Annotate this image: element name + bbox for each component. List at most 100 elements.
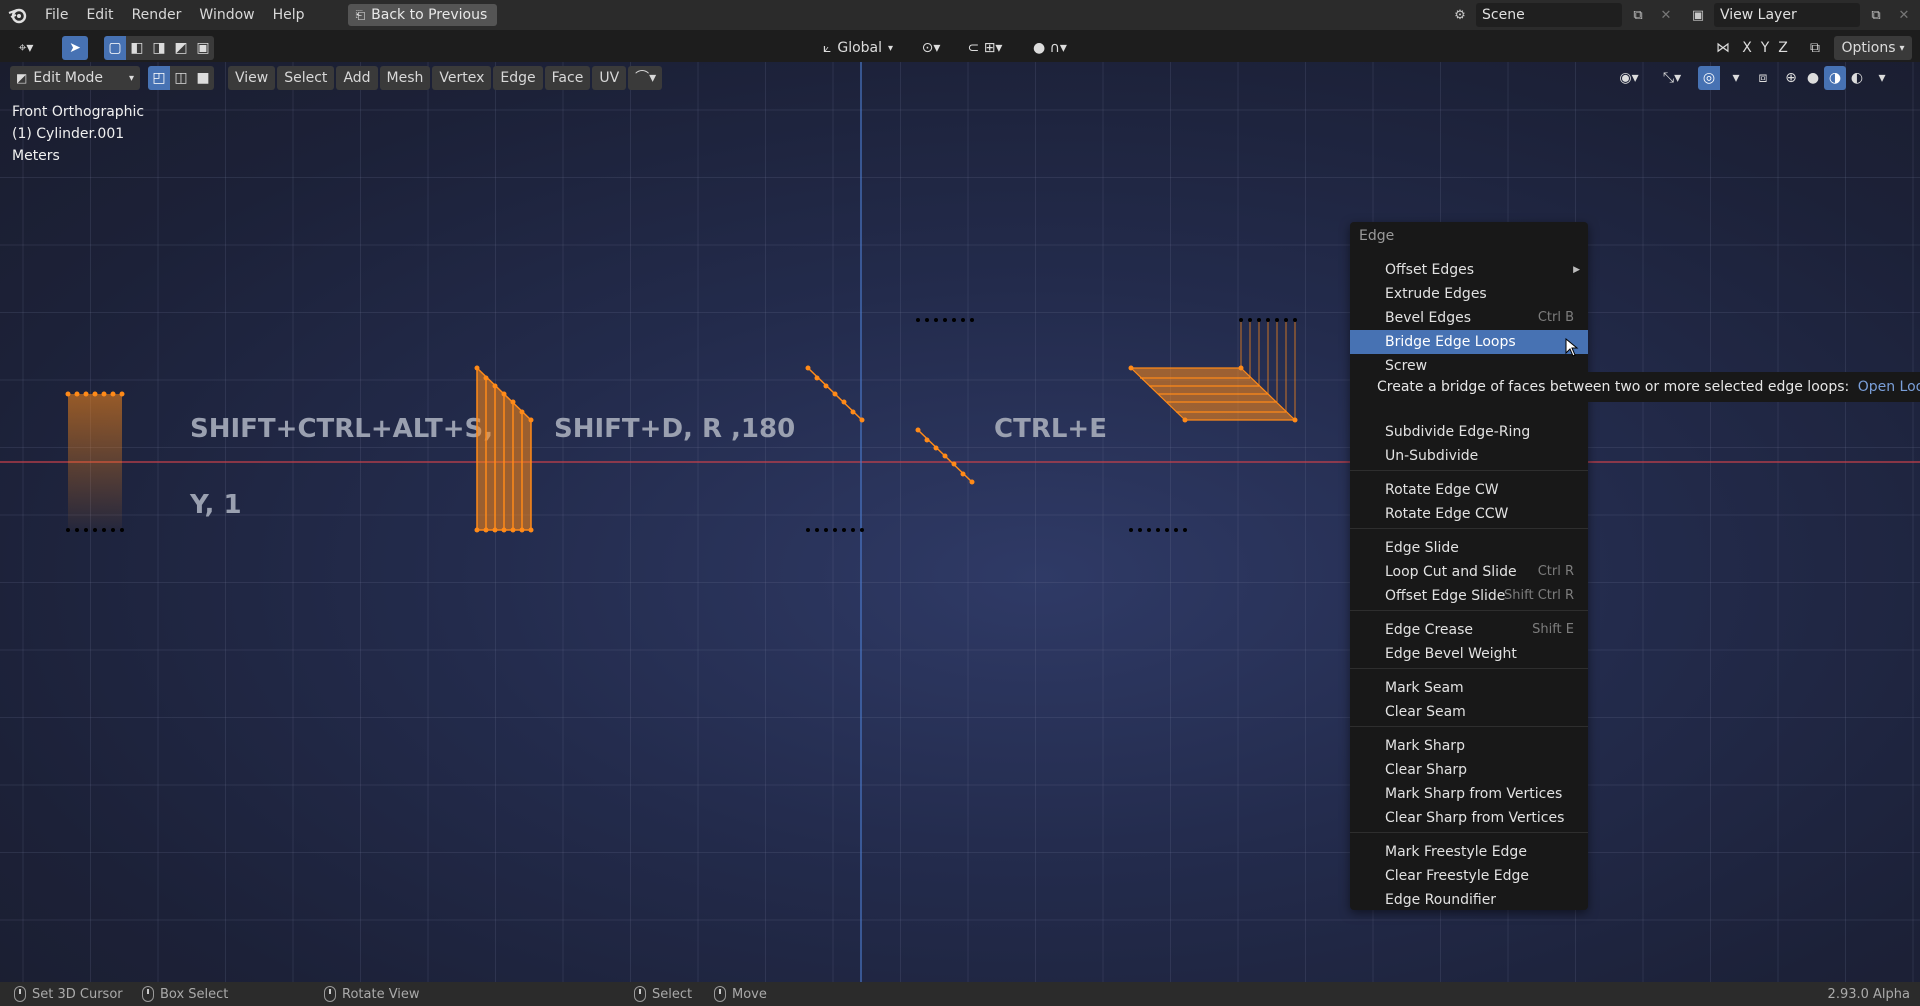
menu-edit[interactable]: Edit [77,3,122,27]
select-invert-icon[interactable]: ◩ [170,36,192,60]
chevron-down-icon[interactable]: ▾ [1726,66,1746,90]
select-subtract-icon[interactable]: ◨ [148,36,170,60]
material-shading-icon[interactable]: ◑ [1824,66,1846,90]
menu-item-offset-edges[interactable]: Offset Edges ▶ [1350,258,1588,282]
mode-dropdown[interactable]: ◩ Edit Mode ▾ [10,66,140,90]
menu-item-edge-bevel-weight[interactable]: Edge Bevel Weight [1350,642,1588,666]
mirror-icon[interactable]: ⋈ [1712,36,1734,60]
menu-item-loop-cut-and-slide[interactable]: Loop Cut and Slide Ctrl R [1350,560,1588,584]
menu-item-label: Loop Cut and Slide [1385,564,1517,580]
shading-mode-group: ⊕ ● ◑ ◐ [1780,66,1868,90]
3d-viewport[interactable]: Front Orthographic (1) Cylinder.001 Mete… [0,62,1920,982]
menu-item-edge-slide[interactable]: Edge Slide [1350,536,1588,560]
menu-item-offset-edge-slide[interactable]: Offset Edge Slide Shift Ctrl R [1350,584,1588,608]
edge-select-icon[interactable]: ◫ [170,66,192,90]
menu-face[interactable]: Face [544,66,591,90]
options-dropdown[interactable]: Options ▾ [1834,36,1912,60]
menu-mesh[interactable]: Mesh [379,66,431,90]
menu-item-label: Mark Seam [1385,680,1464,696]
menu-item-clear-sharp-from-vertices[interactable]: Clear Sharp from Vertices [1350,806,1588,830]
solid-shading-icon[interactable]: ● [1802,66,1824,90]
vertex-select-icon[interactable]: ◰ [148,66,170,90]
mirror-x-toggle[interactable]: X [1738,36,1756,60]
menu-item-edge-roundifier[interactable]: Edge Roundifier [1350,888,1588,912]
curve-falloff-icon[interactable]: ⌒▾ [628,66,663,90]
back-to-previous-button[interactable]: ⎗ Back to Previous [347,4,498,26]
menu-item-label: Mark Sharp from Vertices [1385,786,1563,802]
menu-item-mark-sharp[interactable]: Mark Sharp [1350,734,1588,758]
viewport-overlay-controls: ◉▾ ⤡▾ ◎ ▾ ⧈ ⊕ ● ◑ ◐ ▾ [1612,66,1890,90]
menu-item-mark-seam[interactable]: Mark Seam [1350,676,1588,700]
menu-item-clear-freestyle-edge[interactable]: Clear Freestyle Edge [1350,864,1588,888]
xray-icon[interactable]: ⧈ [1752,66,1774,90]
select-tool-icon[interactable]: ➤ [62,36,88,60]
snap-toggle-icon[interactable]: ⊂ ⊞▾ [956,36,1014,60]
rendered-shading-icon[interactable]: ◐ [1846,66,1868,90]
menu-item-rotate-edge-ccw[interactable]: Rotate Edge CCW [1350,502,1588,526]
menu-render[interactable]: Render [123,3,191,27]
menu-item-label: Subdivide Edge-Ring [1385,424,1531,440]
menu-separator [1350,832,1588,833]
visibility-eye-icon[interactable]: ◉▾ [1612,66,1646,90]
delete-view-layer-icon[interactable]: ✕ [1892,3,1916,27]
menu-item-bevel-edges[interactable]: Bevel Edges Ctrl B [1350,306,1588,330]
menu-uv[interactable]: UV [592,66,627,90]
chevron-down-icon: ▾ [1899,42,1905,54]
menu-item-bridge-edge-loops[interactable]: Bridge Edge Loops [1350,330,1588,354]
top-menu-bar: File Edit Render Window Help ⎗ Back to P… [0,0,1920,30]
menu-item-rotate-edge-cw[interactable]: Rotate Edge CW [1350,478,1588,502]
transform-orientation-dropdown[interactable]: ⟀ Global ▾ [810,36,906,60]
mirror-z-toggle[interactable]: Z [1774,36,1792,60]
status-rotate-view-label: Rotate View [342,986,420,1002]
mouse-middle-icon [324,986,336,1002]
menu-select[interactable]: Select [277,66,335,90]
menu-item-mark-freestyle-edge[interactable]: Mark Freestyle Edge [1350,840,1588,864]
menu-help[interactable]: Help [264,3,314,27]
view-layer-name-field[interactable]: View Layer [1714,3,1860,27]
menu-item-shortcut: Ctrl R [1537,564,1574,579]
menu-item-un-subdivide[interactable]: Un-Subdivide [1350,444,1588,468]
face-select-icon[interactable]: ■ [192,66,214,90]
auto-merge-icon[interactable]: ⧉ [1804,36,1826,60]
mesh-object-1 [65,391,125,532]
menu-file[interactable]: File [36,3,77,27]
new-scene-icon[interactable]: ⧉ [1626,3,1650,27]
menu-view[interactable]: View [228,66,276,90]
menu-item-mark-sharp-from-vertices[interactable]: Mark Sharp from Vertices [1350,782,1588,806]
scene-icon[interactable]: ⚙ [1448,3,1472,27]
menu-item-shortcut: Shift E [1532,622,1574,637]
menu-edge[interactable]: Edge [493,66,543,90]
menu-item-clear-sharp[interactable]: Clear Sharp [1350,758,1588,782]
select-extend-icon[interactable]: ◧ [126,36,148,60]
menu-item-clear-seam[interactable]: Clear Seam [1350,700,1588,724]
view-layer-icon[interactable]: ▣ [1686,3,1710,27]
menu-item-label: Clear Seam [1385,704,1466,720]
submenu-arrow-icon: ▶ [1573,265,1580,275]
menu-item-edge-crease[interactable]: Edge Crease Shift E [1350,618,1588,642]
select-intersect-icon[interactable]: ▣ [192,36,214,60]
gizmo-icon[interactable]: ⤡▾ [1652,66,1692,90]
context-menu-title: Edge [1359,228,1395,244]
tooltip-option: Open Loop [1857,379,1920,395]
pivot-point-icon[interactable]: ⊙▾ [914,36,948,60]
options-label: Options [1841,40,1896,56]
proportional-editing-icon[interactable]: ● ∩▾ [1024,36,1076,60]
chevron-down-icon[interactable]: ▾ [1874,66,1890,90]
wireframe-shading-icon[interactable]: ⊕ [1780,66,1802,90]
mirror-y-toggle[interactable]: Y [1756,36,1774,60]
menu-add[interactable]: Add [336,66,378,90]
blender-logo-icon[interactable] [0,0,36,30]
menu-window[interactable]: Window [190,3,263,27]
status-set-cursor-label: Set 3D Cursor [32,986,123,1002]
select-new-icon[interactable]: ▢ [104,36,126,60]
menu-vertex[interactable]: Vertex [432,66,492,90]
menu-item-subdivide-edge-ring[interactable]: Subdivide Edge-Ring [1350,420,1588,444]
overlays-icon[interactable]: ◎ [1698,66,1720,90]
edit-mode-icon: ◩ [16,71,28,85]
delete-scene-icon[interactable]: ✕ [1654,3,1678,27]
scene-name-field[interactable]: Scene [1476,3,1622,27]
editor-type-icon[interactable]: ⌖▾ [6,36,46,60]
menu-item-extrude-edges[interactable]: Extrude Edges [1350,282,1588,306]
new-view-layer-icon[interactable]: ⧉ [1864,3,1888,27]
viewport-header: ◩ Edit Mode ▾ ◰ ◫ ■ View Select Add Mesh… [0,64,1920,92]
